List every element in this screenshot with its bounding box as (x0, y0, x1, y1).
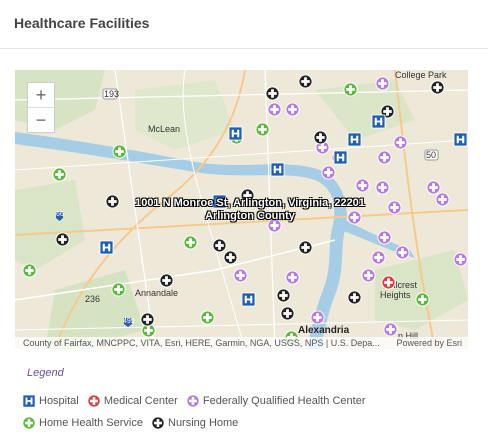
location-address: 1001 N Monroe St, Arlington, Virginia, 2… (135, 197, 365, 209)
fqhc-marker[interactable] (377, 150, 392, 165)
legend-item-hospital: Hospital (22, 390, 79, 412)
legend-label: Federally Qualified Health Center (202, 395, 366, 407)
fqhc-marker[interactable] (375, 180, 390, 195)
fqhc-marker[interactable] (393, 135, 408, 150)
fqhc-marker[interactable] (435, 192, 450, 207)
legend: Hospital Medical Center Federally Qualif… (22, 390, 472, 434)
fqhc-marker[interactable] (377, 230, 392, 245)
legend-title: Legend (27, 367, 64, 379)
map-view[interactable]: 193 50 66 495 236 McLean Annandale Alexa… (15, 70, 468, 349)
legend-label: Hospital (39, 395, 79, 407)
route-50-label: 50 (426, 150, 437, 160)
place-heights: Heights (380, 290, 411, 300)
route-495-label: 495 (123, 318, 135, 325)
fqhc-marker[interactable] (361, 268, 376, 283)
home-health-marker[interactable] (415, 292, 430, 307)
home-health-marker[interactable] (22, 263, 37, 278)
fqhc-marker[interactable] (375, 76, 390, 91)
place-college-park: College Park (395, 70, 447, 80)
hospital-marker[interactable] (99, 240, 114, 255)
hospital-marker[interactable] (371, 114, 386, 129)
hospital-marker[interactable] (333, 150, 348, 165)
place-alexandria: Alexandria (298, 325, 350, 336)
nursing-home-marker[interactable] (276, 288, 291, 303)
medical-center-icon (87, 394, 101, 408)
legend-item-fqhc: Federally Qualified Health Center (186, 390, 366, 412)
home-health-marker[interactable] (200, 310, 215, 325)
fqhc-marker[interactable] (267, 102, 282, 117)
fqhc-marker[interactable] (321, 165, 336, 180)
legend-label: Home Health Service (39, 417, 143, 429)
fqhc-marker[interactable] (355, 178, 370, 193)
nursing-home-marker[interactable] (223, 250, 238, 265)
hospital-marker[interactable] (453, 132, 468, 147)
hospital-marker[interactable] (347, 132, 362, 147)
fqhc-marker[interactable] (371, 250, 386, 265)
legend-label: Medical Center (103, 395, 178, 407)
panel-header: Healthcare Facilities (0, 0, 488, 49)
legend-item-medical-center: Medical Center (87, 390, 178, 412)
home-health-marker[interactable] (255, 122, 270, 137)
fqhc-marker[interactable] (453, 252, 468, 267)
nursing-home-icon (151, 416, 165, 430)
fqhc-marker[interactable] (395, 245, 410, 260)
fqhc-marker[interactable] (233, 268, 248, 283)
panel-title: Healthcare Facilities (14, 15, 150, 31)
route-66-label: 66 (56, 211, 64, 218)
home-health-marker[interactable] (183, 235, 198, 250)
home-health-marker[interactable] (111, 282, 126, 297)
nursing-home-marker[interactable] (430, 80, 445, 95)
fqhc-marker[interactable] (285, 102, 300, 117)
fqhc-marker[interactable] (310, 310, 325, 325)
location-label: 1001 N Monroe St, Arlington, Virginia, 2… (115, 197, 385, 223)
home-health-marker[interactable] (52, 167, 67, 182)
nursing-home-marker[interactable] (265, 86, 280, 101)
place-mclean: McLean (148, 124, 181, 134)
legend-item-home-health: Home Health Service (22, 412, 143, 434)
route-236-label: 236 (85, 294, 101, 304)
nursing-home-marker[interactable] (347, 290, 362, 305)
nursing-home-marker[interactable] (55, 232, 70, 247)
medical-center-marker[interactable] (381, 275, 396, 290)
fqhc-icon (186, 394, 200, 408)
hospital-marker[interactable] (270, 162, 285, 177)
home-health-marker[interactable] (343, 82, 358, 97)
nursing-home-marker[interactable] (159, 273, 174, 288)
hospital-marker[interactable] (228, 126, 243, 141)
powered-by-esri[interactable]: Powered by Esri (396, 337, 462, 349)
place-annandale: Annandale (135, 288, 179, 298)
home-health-icon (22, 416, 36, 430)
location-county: Arlington County (205, 210, 295, 222)
nursing-home-marker[interactable] (280, 306, 295, 321)
legend-item-nursing-home: Nursing Home (151, 412, 238, 434)
nursing-home-marker[interactable] (313, 130, 328, 145)
map-attribution: County of Fairfax, MNCPPC, VITA, Esri, H… (15, 337, 468, 349)
zoom-out-button[interactable]: − (28, 107, 54, 132)
nursing-home-marker[interactable] (298, 74, 313, 89)
fqhc-marker[interactable] (383, 322, 398, 337)
attribution-text[interactable]: County of Fairfax, MNCPPC, VITA, Esri, H… (23, 337, 393, 349)
zoom-control: + − (27, 82, 55, 133)
fqhc-marker[interactable] (387, 200, 402, 215)
fqhc-marker[interactable] (285, 270, 300, 285)
nursing-home-marker[interactable] (140, 312, 155, 327)
route-193-label: 193 (104, 89, 120, 99)
zoom-in-button[interactable]: + (28, 83, 54, 107)
nursing-home-marker[interactable] (298, 240, 313, 255)
hospital-marker[interactable] (241, 292, 256, 307)
legend-label: Nursing Home (168, 417, 239, 429)
hospital-icon (22, 394, 36, 408)
home-health-marker[interactable] (112, 144, 127, 159)
